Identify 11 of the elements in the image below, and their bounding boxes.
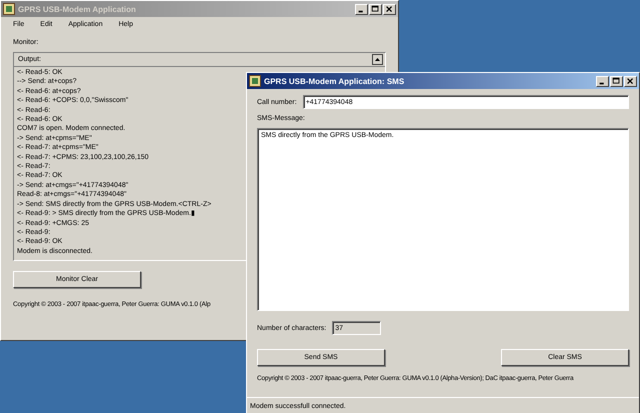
- scroll-up-icon[interactable]: [372, 54, 383, 65]
- maximize-icon[interactable]: [369, 4, 382, 14]
- minimize-icon[interactable]: [355, 4, 368, 14]
- close-icon[interactable]: [624, 76, 637, 86]
- maximize-icon[interactable]: [610, 76, 623, 86]
- app-icon: [3, 3, 15, 15]
- app-icon: [249, 75, 261, 87]
- window-title: GPRS USB-Modem Application: [18, 4, 137, 14]
- window-title: GPRS USB-Modem Application: SMS: [264, 76, 406, 86]
- close-icon[interactable]: [383, 4, 396, 14]
- minimize-icon[interactable]: [596, 76, 609, 86]
